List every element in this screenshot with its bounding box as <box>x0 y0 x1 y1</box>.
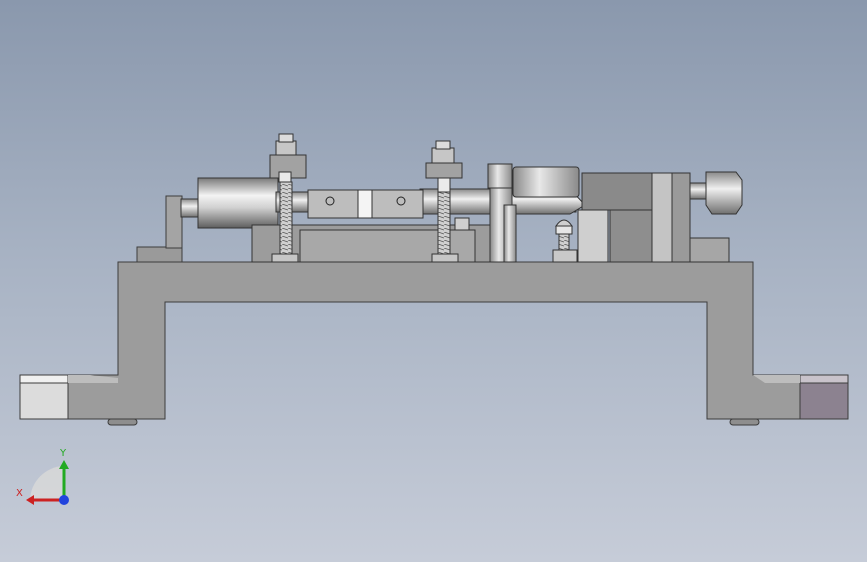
cylinder-body <box>197 177 279 229</box>
left-bracket <box>136 195 183 263</box>
bridge-plate <box>67 261 801 420</box>
orientation-triad: X Y <box>16 448 69 505</box>
right-rubber-foot <box>729 418 760 426</box>
z-axis-dot <box>59 495 69 505</box>
base-frame <box>19 261 849 426</box>
right-clamp-block <box>577 171 743 263</box>
x-axis-label: X <box>16 488 23 499</box>
adjust-knob-icon[interactable] <box>705 171 743 215</box>
adjust-screw <box>552 219 578 263</box>
cad-viewport[interactable]: X Y <box>0 0 867 562</box>
y-axis-label: Y <box>59 448 67 459</box>
left-rubber-foot <box>107 418 138 426</box>
